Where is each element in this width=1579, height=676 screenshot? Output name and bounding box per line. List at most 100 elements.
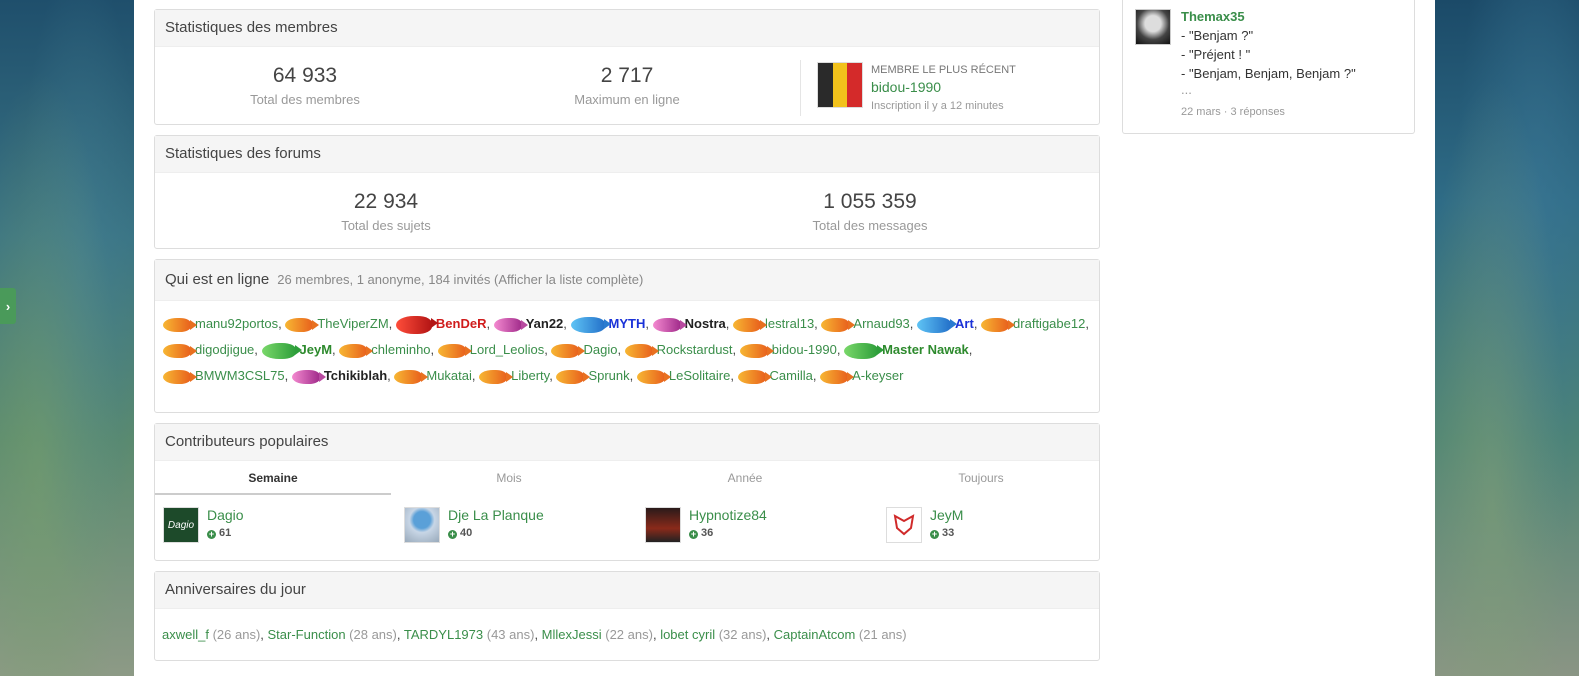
online-user-link[interactable]: LeSolitaire [669,368,730,383]
online-user-link[interactable]: lestral13 [765,316,814,331]
newest-member-date: Inscription il y a 12 minutes [871,100,1004,112]
online-user-link[interactable]: Rockstardust [657,342,733,357]
panel-title: Contributeurs populaires [155,424,1099,461]
pink-fish-icon [493,317,528,332]
newest-member-caption: Membre le plus récent [871,64,1016,76]
total-topics-stat: 22 934 Total des sujets [286,190,486,233]
newest-member-avatar[interactable] [817,62,863,108]
quote-line: - "Benjam, Benjam, Benjam ?" [1181,66,1356,81]
newest-member-link[interactable]: bidou-1990 [871,79,941,95]
panel-title: Statistiques des forums [155,136,1099,173]
online-user-link[interactable]: bidou-1990 [772,342,837,357]
birthday-user-link[interactable]: Star-Function [268,627,346,642]
online-user: Art [917,316,974,333]
green-fish-icon [261,342,302,359]
online-user: Arnaud93 [821,316,910,332]
birthday-user-link[interactable]: MllexJessi [542,627,602,642]
background-left [0,0,134,676]
online-user: LeSolitaire [636,368,730,384]
online-user-link[interactable]: Liberty [511,368,549,383]
online-user-link[interactable]: Yan22 [526,316,564,331]
online-user-link[interactable]: manu92portos [195,316,278,331]
plus-icon: + [689,529,698,539]
stat-value: 64 933 [272,64,338,87]
goldfish-icon [163,317,197,332]
online-user: Nostra [652,316,726,332]
contributor-name[interactable]: JeyM [930,507,963,523]
tab-week[interactable]: Semaine [155,461,391,495]
shield-logo-icon [893,514,915,536]
topic-meta[interactable]: 22 mars · 3 réponses [1181,106,1285,118]
pink-fish-icon [291,369,326,384]
online-user: MYTH [570,316,646,333]
online-user-link[interactable]: Mukatai [426,368,472,383]
author-link[interactable]: Themax35 [1181,9,1245,24]
birthday-user-link[interactable]: axwell_f [162,627,209,642]
stat-label: Total des membres [250,92,360,107]
birthday-age: (22 ans) [601,627,653,642]
online-user-link[interactable]: chleminho [371,342,430,357]
avatar[interactable] [886,507,922,543]
sidebar-toggle-button[interactable]: › [0,288,16,324]
goldfish-icon [163,343,197,358]
birthday-user-link[interactable]: CaptainAtcom [774,627,856,642]
contributor-item: Hypnotize84 +36 [645,507,875,547]
chevron-right-icon: › [5,298,11,314]
online-user-link[interactable]: draftigabe12 [1013,316,1085,331]
stat-label: Total des messages [812,218,928,233]
goldfish-icon [285,317,320,332]
avatar[interactable] [404,507,440,543]
online-summary-link[interactable]: 26 membres, 1 anonyme, 184 invités (Affi… [277,272,643,287]
contributor-score: +61 [207,527,232,539]
goldfish-icon [551,343,586,358]
forum-stats-panel: Statistiques des forums 22 934 Total des… [154,135,1100,249]
avatar[interactable]: Dagio [163,507,199,543]
avatar[interactable] [1135,9,1171,45]
online-user-link[interactable]: BMWM3CSL75 [195,368,285,383]
birthdays-panel: Anniversaires du jour axwell_f (26 ans),… [154,571,1100,661]
birthday-age: (26 ans) [208,627,261,642]
birthday-age: (28 ans) [345,627,397,642]
contributor-name[interactable]: Hypnotize84 [689,507,767,523]
online-user-link[interactable]: Lord_Leolios [470,342,544,357]
online-user-link[interactable]: Nostra [685,316,726,331]
online-user-link[interactable]: Camilla [770,368,813,383]
online-user: digodjigue [163,342,254,358]
tab-alltime[interactable]: Toujours [863,461,1099,495]
online-user-link[interactable]: Tchikiblah [324,368,387,383]
pink-fish-icon [652,317,687,332]
birthday-age: (21 ans) [855,627,907,642]
online-user-link[interactable]: TheViperZM [317,316,388,331]
online-user: TheViperZM [285,316,389,332]
online-user-link[interactable]: Arnaud93 [853,316,909,331]
contributor-name[interactable]: Dje La Planque [448,507,544,523]
online-user: Master Nawak [844,342,969,359]
avatar[interactable] [645,507,681,543]
goldfish-icon [339,343,374,358]
online-user-link[interactable]: Sprunk [588,368,629,383]
latest-topic-card: Themax35 - "Benjam ?" - "Préjent ! " - "… [1122,0,1415,134]
goldfish-icon [733,317,768,332]
online-user-link[interactable]: MYTH [609,316,646,331]
online-title: Qui est en ligne [165,271,270,288]
plus-icon: + [207,529,216,539]
birthday-user-link[interactable]: lobet cyril [660,627,715,642]
birthday-user-link[interactable]: TARDYL1973 [404,627,483,642]
background-right [1435,0,1579,676]
online-user-link[interactable]: digodjigue [195,342,254,357]
goldfish-icon [556,369,591,384]
contributor-name[interactable]: Dagio [207,507,244,523]
members-stats-panel: Statistiques des membres 64 933 Total de… [154,9,1100,125]
online-user-link[interactable]: Dagio [583,342,617,357]
online-user-link[interactable]: A-keyser [852,368,903,383]
tab-month[interactable]: Mois [391,461,627,495]
online-user-link[interactable]: Art [955,316,974,331]
contributor-item: Dagio Dagio +61 [163,507,393,547]
tab-year[interactable]: Année [627,461,863,495]
contributor-score: +36 [689,527,714,539]
online-user-link[interactable]: BenDeR [436,316,487,331]
blue-fish-icon [917,316,958,333]
online-user-link[interactable]: Master Nawak [882,342,969,357]
online-user-link[interactable]: JeyM [300,342,333,357]
stat-label: Total des sujets [341,218,431,233]
